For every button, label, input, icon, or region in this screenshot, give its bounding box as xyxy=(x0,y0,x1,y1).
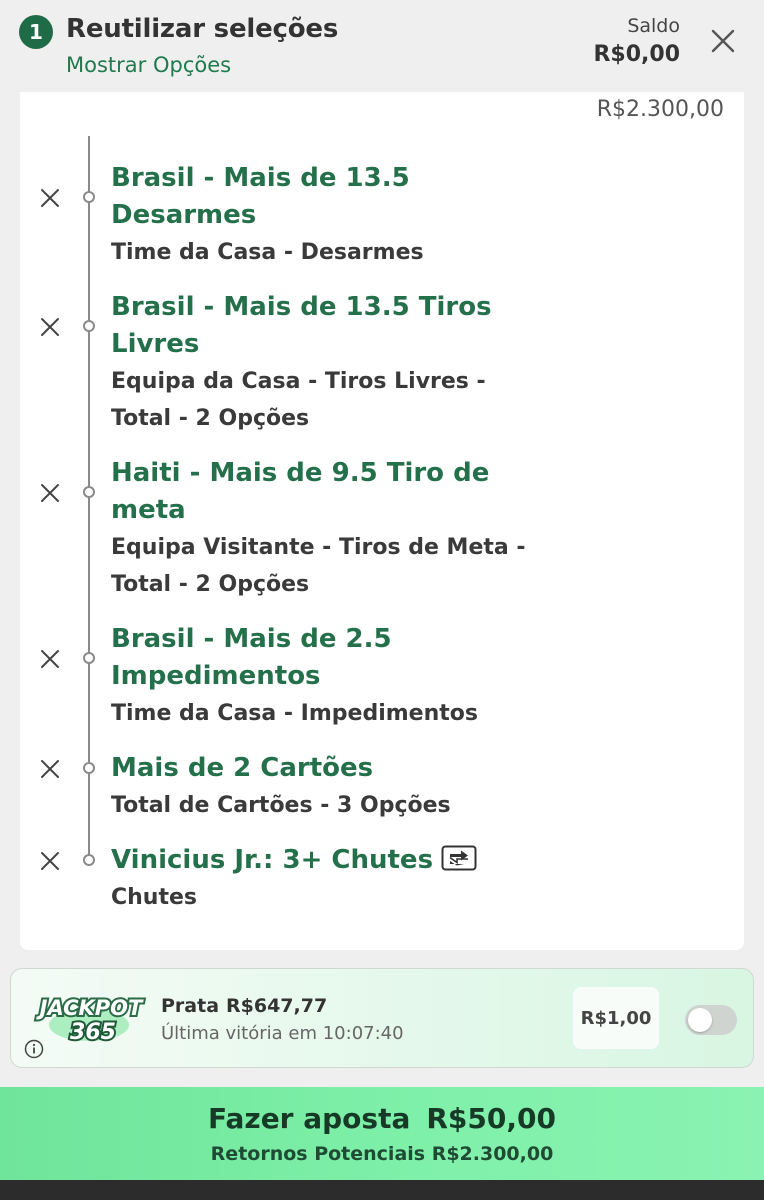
place-bet-label: Fazer aposta xyxy=(208,1102,411,1135)
jackpot-tier: Prata xyxy=(161,995,220,1017)
selection-subtitle: Equipa da Casa - Tiros Livres - Total - … xyxy=(111,369,486,431)
timeline-dot xyxy=(83,854,95,866)
jackpot-logo-bottom: 365 xyxy=(70,1020,116,1045)
place-bet-main: Fazer aposta R$50,00 xyxy=(0,1102,764,1135)
timeline-dot xyxy=(83,191,95,203)
potential-returns: Retornos Potenciais R$2.300,00 xyxy=(210,1143,554,1165)
jackpot-logo-top: JACKPOT xyxy=(36,996,144,1020)
timeline-dot xyxy=(83,652,95,664)
info-icon[interactable] xyxy=(24,1039,44,1059)
jackpot-toggle[interactable] xyxy=(685,1005,737,1035)
selections-card: R$2.300,00 Brasil - Mais de 13.5 Desarme… xyxy=(20,92,744,950)
selection-title: Mais de 2 Cartões xyxy=(111,753,374,783)
betslip-header: 1 Reutilizar seleções Mostrar Opções Sal… xyxy=(0,0,764,92)
timeline-dot xyxy=(83,486,95,498)
remove-selection-icon[interactable] xyxy=(38,315,62,339)
timeline-dot xyxy=(83,320,95,332)
remove-selection-icon[interactable] xyxy=(38,647,62,671)
remove-selection-icon[interactable] xyxy=(38,481,62,505)
place-bet-amount: R$50,00 xyxy=(426,1102,556,1135)
remove-selection-icon[interactable] xyxy=(38,757,62,781)
timeline-dot xyxy=(83,762,95,774)
selection-subtitle: Time da Casa - Desarmes xyxy=(111,240,424,265)
odds-total: R$2.300,00 xyxy=(596,97,724,122)
bottom-nav-bar xyxy=(0,1180,764,1200)
place-bet-button[interactable]: Fazer aposta R$50,00 Retornos Potenciais … xyxy=(0,1087,764,1180)
selection-subtitle: Total de Cartões - 3 Opções xyxy=(111,793,451,818)
selection-subtitle: Time da Casa - Impedimentos xyxy=(111,701,478,726)
selection-title: Brasil - Mais de 13.5 Tiros Livres xyxy=(111,292,492,359)
close-icon[interactable] xyxy=(706,24,740,58)
selection-title: Brasil - Mais de 13.5 Desarmes xyxy=(111,163,410,230)
remove-selection-icon[interactable] xyxy=(38,186,62,210)
show-options-link[interactable]: Mostrar Opções xyxy=(66,53,231,77)
toggle-knob xyxy=(688,1008,712,1032)
selection-title: Vinicius Jr.: 3+ Chutes xyxy=(111,845,434,875)
selection-title: Haiti - Mais de 9.5 Tiro de meta xyxy=(111,458,490,525)
selection-subtitle: Chutes xyxy=(111,885,198,910)
timeline-line xyxy=(88,136,90,861)
jackpot-last-win: Última vitória em 10:07:40 xyxy=(161,1023,404,1044)
remove-selection-icon[interactable] xyxy=(38,849,62,873)
jackpot-amount: R$647,77 xyxy=(226,995,328,1017)
selection-title-row: Vinicius Jr.: 3+ Chutes xyxy=(111,842,531,879)
bet-builder-icon[interactable] xyxy=(441,845,477,871)
jackpot-stake-button[interactable]: R$1,00 xyxy=(573,987,659,1049)
selection-subtitle: Equipa Visitante - Tiros de Meta - Total… xyxy=(111,535,526,597)
jackpot-panel: JACKPOT 365 Prata R$647,77 Última vitóri… xyxy=(10,968,754,1068)
header-title[interactable]: Reutilizar seleções xyxy=(66,14,338,44)
balance-label: Saldo xyxy=(627,15,680,37)
balance-value: R$0,00 xyxy=(593,42,680,67)
jackpot-logo: JACKPOT 365 xyxy=(25,985,157,1047)
selection-count-badge: 1 xyxy=(19,15,53,49)
selection-title: Brasil - Mais de 2.5 Impedimentos xyxy=(111,624,392,691)
